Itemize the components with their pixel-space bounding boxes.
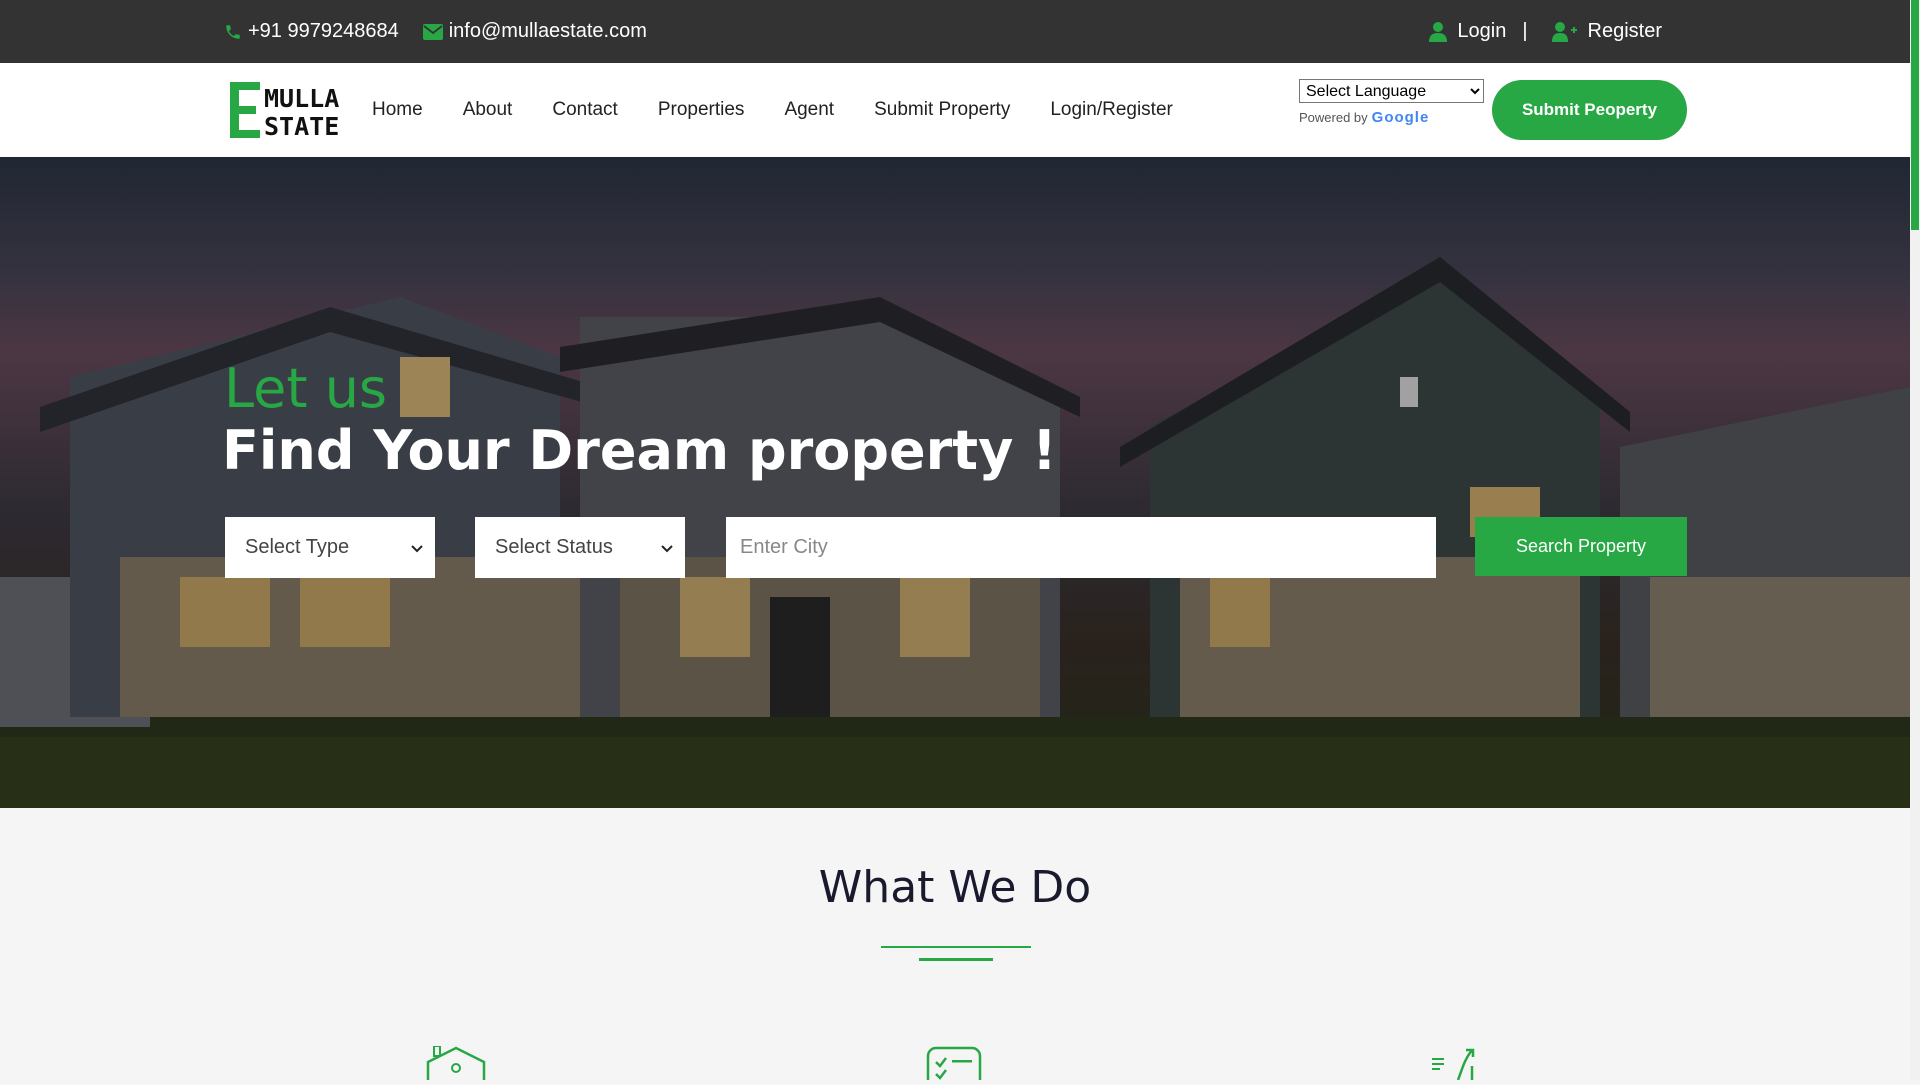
type-select-value: Select Type [245,536,350,558]
phone-icon [224,23,242,41]
powered-by-label: Powered by [1299,110,1368,125]
checklist-card-icon [926,1046,982,1085]
main-navbar: MULLA STATE Home About Contact Propertie… [0,63,1910,157]
hero-kicker: Let us [224,357,388,420]
phone-contact[interactable]: +91 9979248684 [224,20,399,43]
nav-agent[interactable]: Agent [784,99,834,121]
nav-contact[interactable]: Contact [552,99,617,121]
google-logo[interactable]: Google [1372,109,1430,126]
phone-number: +91 9979248684 [248,20,399,42]
primary-nav: Home About Contact Properties Agent Subm… [372,63,1213,157]
logo-mulla-text: MULLA [264,84,339,113]
register-label: Register [1587,20,1662,42]
hero-dark-overlay [0,157,1910,808]
hero-banner: Let us Find Your Dream property ! Select… [0,157,1910,808]
title-divider-short [919,958,993,961]
auth-separator: | [1522,20,1528,42]
title-divider-long [881,946,1031,948]
nav-properties[interactable]: Properties [658,99,745,121]
status-select[interactable]: Select Status [475,517,685,578]
powered-by: Powered by Google [1299,109,1484,126]
status-select-value: Select Status [495,536,613,558]
login-label: Login [1457,20,1507,42]
submit-property-button[interactable]: Submit Peoperty [1492,80,1687,140]
contact-info: +91 9979248684 info@mullaestate.com [224,0,647,63]
google-translate-widget: Select Language Powered by Google [1299,79,1484,126]
user-icon [1429,21,1448,42]
chevron-down-icon [411,536,423,559]
city-input[interactable] [726,517,1436,578]
nav-login-register[interactable]: Login/Register [1050,99,1173,121]
top-contact-bar: +91 9979248684 info@mullaestate.com Logi… [0,0,1910,63]
site-logo[interactable]: MULLA STATE [230,82,348,141]
hero-headline: Find Your Dream property ! [222,419,1057,482]
nav-about[interactable]: About [463,99,513,121]
logo-state-text: STATE [264,112,339,138]
nav-home[interactable]: Home [372,99,423,121]
envelope-icon [422,23,443,40]
scrollbar-thumb[interactable] [1911,0,1919,230]
type-select[interactable]: Select Type [225,517,435,578]
search-property-button[interactable]: Search Property [1475,517,1687,576]
user-plus-icon [1551,21,1578,42]
register-link[interactable]: Register [1551,20,1662,43]
login-link[interactable]: Login [1429,20,1506,43]
auth-links: Login | Register [1429,0,1662,63]
chevron-down-icon [661,536,673,559]
language-select[interactable]: Select Language [1299,79,1484,103]
growth-chart-icon [1428,1046,1484,1085]
nav-submit-property[interactable]: Submit Property [874,99,1010,121]
email-contact[interactable]: info@mullaestate.com [422,20,647,43]
what-we-do-title: What We Do [818,862,1092,913]
email-address: info@mullaestate.com [448,20,647,42]
house-search-icon [426,1045,486,1085]
page-scrollbar[interactable] [1910,0,1920,1080]
